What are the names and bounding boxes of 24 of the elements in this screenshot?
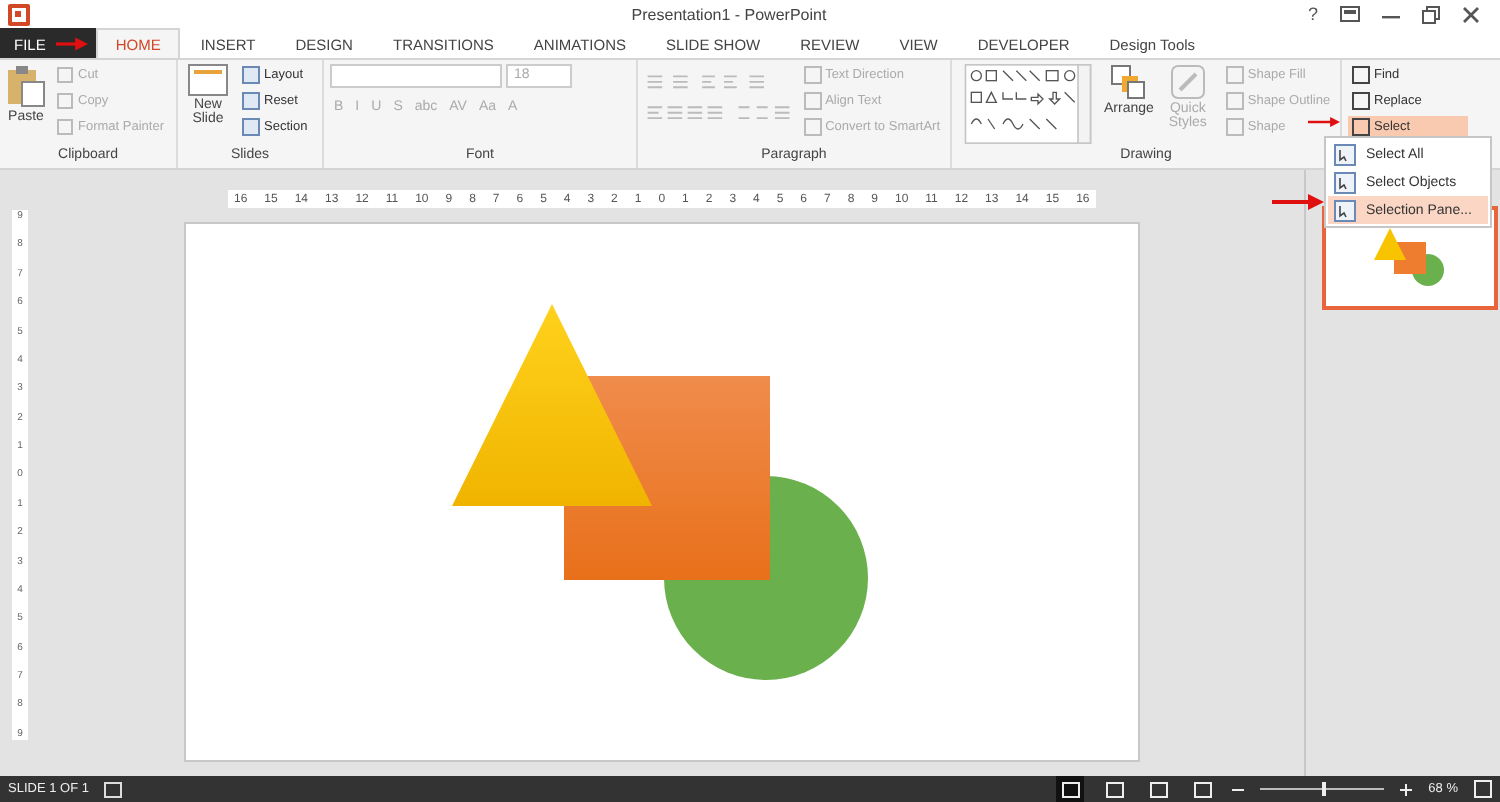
help-button[interactable]: ? — [1307, 4, 1318, 24]
thumbnail-shapes-drawing — [1374, 228, 1446, 288]
fit-to-window-icon[interactable] — [1474, 780, 1492, 798]
reading-view-icon[interactable] — [1144, 776, 1173, 802]
pointer-arrow-icon — [1272, 194, 1324, 210]
pointer-arrow-icon — [1308, 114, 1340, 130]
arrange-icon — [1110, 64, 1147, 100]
selection-pane-icon — [1334, 199, 1356, 221]
restore-icon[interactable] — [1422, 5, 1440, 23]
window-title: Presentation1 - PowerPoint — [629, 5, 827, 23]
slideshow-icon[interactable] — [1188, 776, 1217, 802]
clipboard-icon — [6, 64, 46, 108]
zoom-out-icon[interactable] — [1232, 783, 1245, 795]
font-name-field[interactable] — [330, 64, 502, 88]
notes-icon[interactable] — [104, 781, 123, 797]
slide-icon — [188, 64, 228, 96]
select-all-icon — [1334, 143, 1356, 165]
triangle-shape[interactable] — [452, 304, 652, 506]
ribbon-display-icon[interactable] — [1340, 6, 1360, 22]
close-icon[interactable] — [1462, 5, 1480, 23]
pointer-arrow-icon — [56, 36, 88, 52]
normal-view-icon[interactable] — [1056, 776, 1085, 802]
slide-sorter-icon[interactable] — [1100, 776, 1129, 802]
zoom-in-icon[interactable] — [1400, 783, 1413, 795]
